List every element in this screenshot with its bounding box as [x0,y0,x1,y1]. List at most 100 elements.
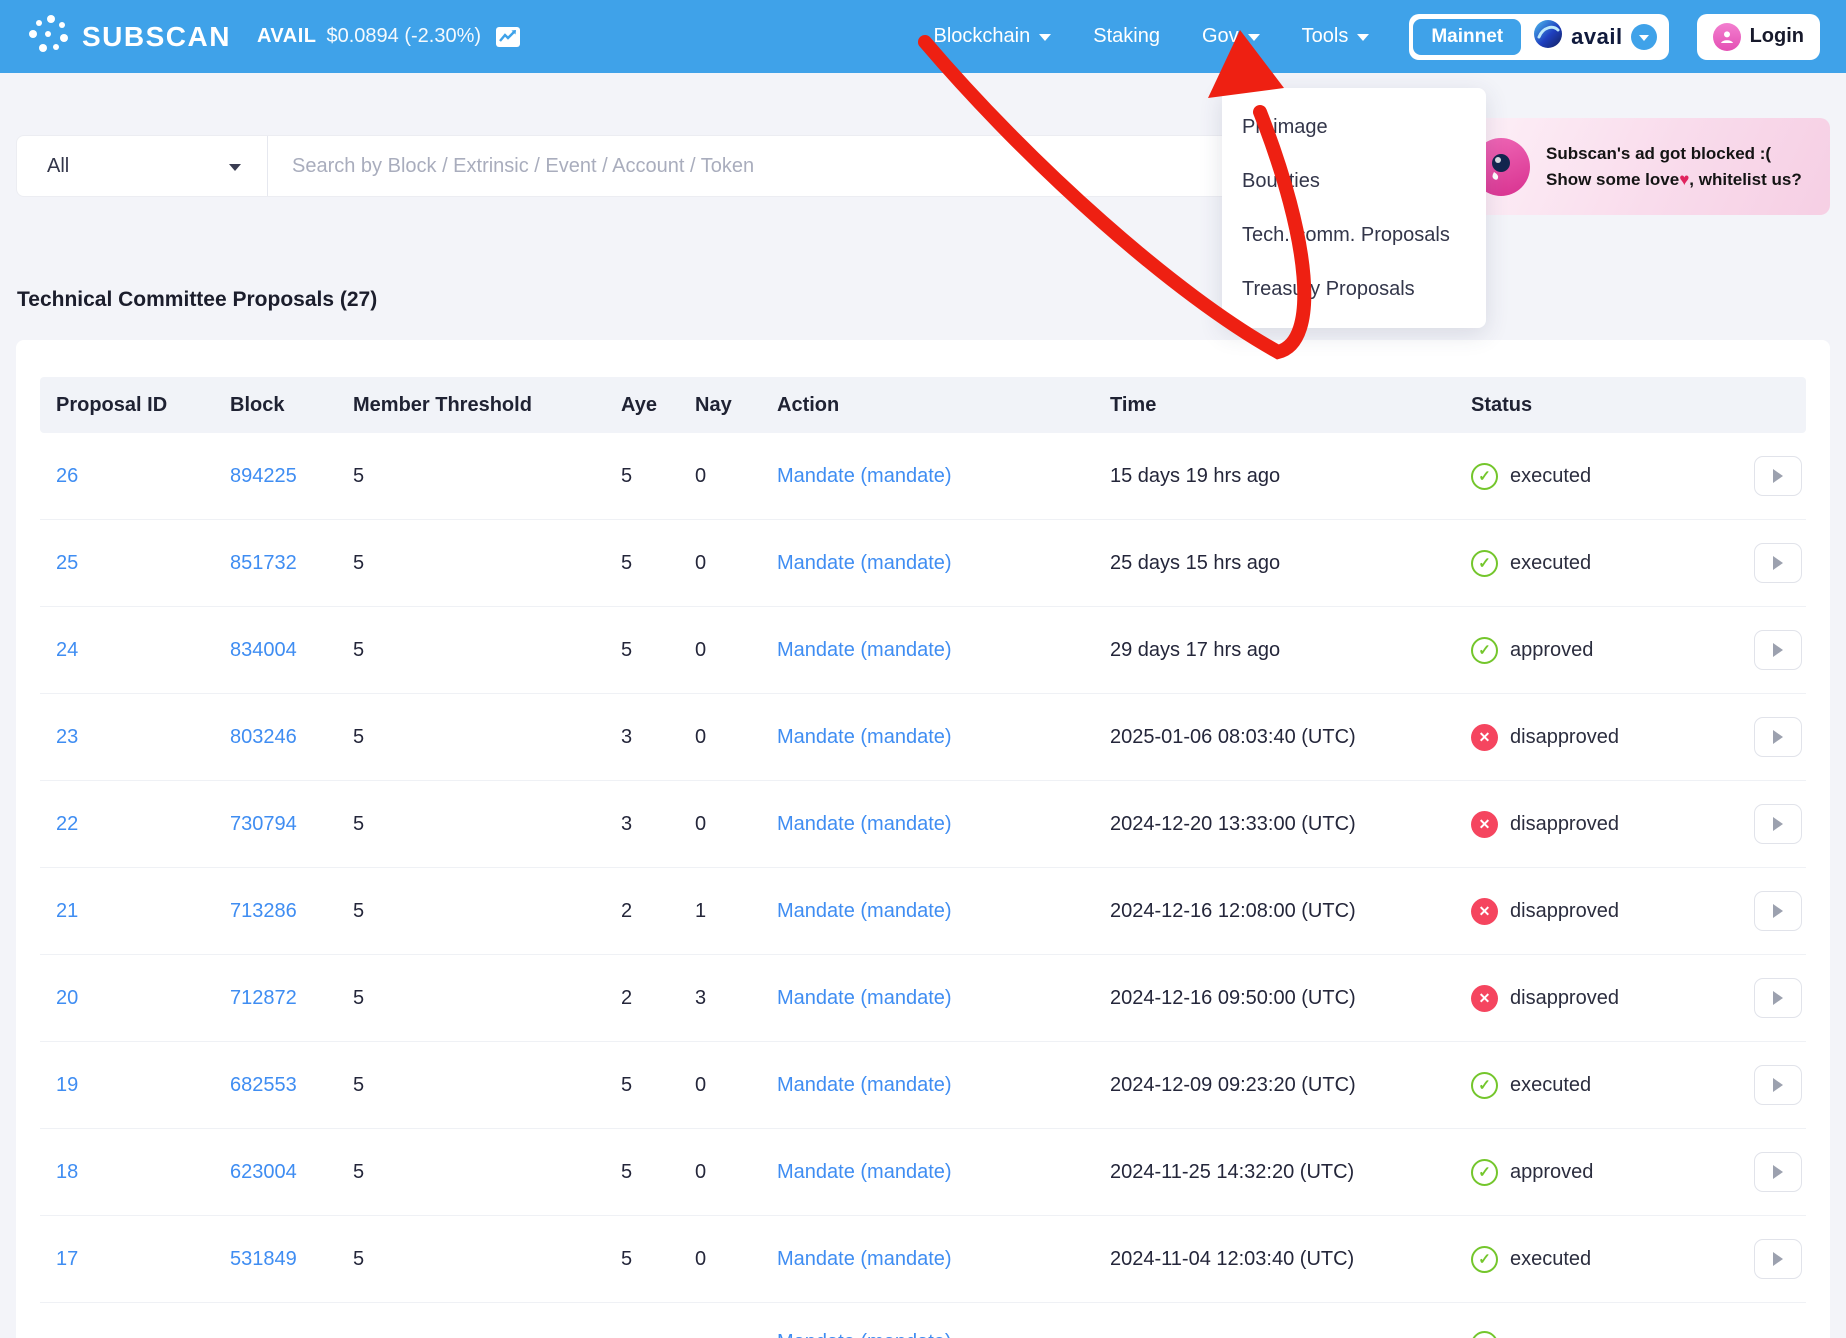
expand-row-button[interactable] [1754,717,1802,757]
action-link[interactable]: Mandate (mandate) [777,1074,952,1096]
menu-item-tech-comm-proposals[interactable]: Tech. comm. Proposals [1222,208,1486,262]
login-button[interactable]: Login [1697,14,1820,60]
table-row: 18 623004 5 5 0 Mandate (mandate) 2024-1… [40,1129,1806,1216]
network-selector[interactable]: avail [1533,19,1664,54]
proposal-id-link[interactable]: 24 [56,639,78,661]
col-member-threshold: Member Threshold [353,394,621,417]
col-time: Time [1110,394,1471,417]
proposal-id-link[interactable]: 19 [56,1074,78,1096]
action-link[interactable]: Mandate (mandate) [777,552,952,574]
expand-row-button[interactable] [1754,1239,1802,1279]
block-link[interactable]: 531849 [230,1248,297,1270]
table-body: 26 894225 5 5 0 Mandate (mandate) 15 day… [16,433,1830,1303]
action-link[interactable]: Mandate (mandate) [777,813,952,835]
nav-blockchain-label: Blockchain [934,25,1031,48]
chevron-down-icon [229,164,241,171]
action-link[interactable]: Mandate (mandate) [777,1248,952,1270]
chevron-down-icon [1039,34,1051,41]
block-link[interactable]: 894225 [230,465,297,487]
time-value: 2024-12-16 09:50:00 (UTC) [1110,987,1356,1009]
proposal-id-link[interactable]: 23 [56,726,78,748]
time-value: 25 days 15 hrs ago [1110,552,1280,574]
proposal-id-link[interactable]: 21 [56,900,78,922]
status-text: executed [1510,465,1591,488]
subscan-logo[interactable]: SUBSCAN [26,13,231,60]
action-link[interactable]: Mandate (mandate) [777,987,952,1009]
time-value: 2025-01-06 08:03:40 (UTC) [1110,726,1356,748]
nav-staking-label: Staking [1093,25,1160,48]
status-icon [1471,1246,1498,1273]
block-link[interactable]: 730794 [230,813,297,835]
expand-row-button[interactable] [1754,891,1802,931]
nay-count: 0 [695,726,706,748]
block-link[interactable]: 851732 [230,552,297,574]
avail-logo-icon [1533,19,1563,54]
block-link[interactable]: 803246 [230,726,297,748]
user-avatar-icon [1713,23,1741,51]
col-proposal-id: Proposal ID [56,394,230,417]
expand-row-button[interactable] [1754,456,1802,496]
nav-staking[interactable]: Staking [1093,25,1160,48]
col-nay: Nay [695,394,777,417]
action-link[interactable]: Mandate (mandate) [777,465,952,487]
expand-row-button[interactable] [1754,804,1802,844]
proposal-id-link[interactable]: 20 [56,987,78,1009]
expand-row-button[interactable] [1754,1152,1802,1192]
nay-count: 0 [695,639,706,661]
nav-gov[interactable]: Gov [1202,25,1260,48]
expand-row-button[interactable] [1754,1065,1802,1105]
table-row: 20 712872 5 2 3 Mandate (mandate) 2024-1… [40,955,1806,1042]
col-aye: Aye [621,394,695,417]
block-link[interactable]: 623004 [230,1161,297,1183]
search-filter-select[interactable]: All [17,136,268,196]
price-chart-icon[interactable] [495,25,521,49]
expand-row-button[interactable] [1754,543,1802,583]
time-value: 2024-11-25 14:32:20 (UTC) [1110,1161,1354,1183]
status-icon [1471,898,1498,925]
menu-item-bounties[interactable]: Bounties [1222,154,1486,208]
chevron-down-icon [1248,34,1260,41]
table-row: 26 894225 5 5 0 Mandate (mandate) 15 day… [40,433,1806,520]
expand-row-button[interactable] [1754,978,1802,1018]
action-link[interactable]: Mandate (mandate) [777,1161,952,1183]
menu-item-treasury-proposals[interactable]: Treasury Proposals [1222,262,1486,316]
search-filter-value: All [47,155,69,178]
status-badge: executed [1471,550,1721,577]
proposal-id-link[interactable]: 17 [56,1248,78,1270]
nav-blockchain[interactable]: Blockchain [934,25,1052,48]
expand-row-button[interactable] [1754,630,1802,670]
member-threshold-value: 5 [353,639,364,661]
network-chevron-icon[interactable] [1631,24,1657,50]
caret-right-icon [1773,817,1783,831]
nav-tools[interactable]: Tools [1302,25,1370,48]
mainnet-button[interactable]: Mainnet [1413,19,1521,55]
ad-line1: Subscan's ad got blocked :( [1546,141,1802,167]
block-link[interactable]: 712872 [230,987,297,1009]
status-badge: disapproved [1471,811,1721,838]
menu-item-preimage[interactable]: Preimage [1222,100,1486,154]
aye-count: 5 [621,1161,632,1183]
action-link[interactable]: Mandate (mandate) [777,900,952,922]
block-link[interactable]: 713286 [230,900,297,922]
table-row-partial: Mandate (mandate) [40,1303,1806,1338]
nay-count: 1 [695,900,706,922]
status-icon [1471,811,1498,838]
proposal-id-link[interactable]: 22 [56,813,78,835]
action-link[interactable]: Mandate (mandate) [777,726,952,748]
proposal-id-link[interactable]: 18 [56,1161,78,1183]
proposal-id-link[interactable]: 25 [56,552,78,574]
proposal-id-link[interactable]: 26 [56,465,78,487]
table-row: 25 851732 5 5 0 Mandate (mandate) 25 day… [40,520,1806,607]
ad-banner[interactable]: Subscan's ad got blocked :( Show some lo… [1456,118,1830,215]
action-link[interactable]: Mandate (mandate) [777,639,952,661]
block-link[interactable]: 682553 [230,1074,297,1096]
status-badge: approved [1471,1159,1721,1186]
main-nav: Blockchain Staking Gov Tools [934,25,1370,48]
action-link[interactable]: Mandate (mandate) [777,1331,952,1338]
block-link[interactable]: 834004 [230,639,297,661]
status-badge: disapproved [1471,898,1721,925]
proposals-table-card: Proposal ID Block Member Threshold Aye N… [16,340,1830,1338]
caret-right-icon [1773,1252,1783,1266]
heart-icon: ♥ [1679,170,1689,189]
table-header-row: Proposal ID Block Member Threshold Aye N… [40,377,1806,433]
